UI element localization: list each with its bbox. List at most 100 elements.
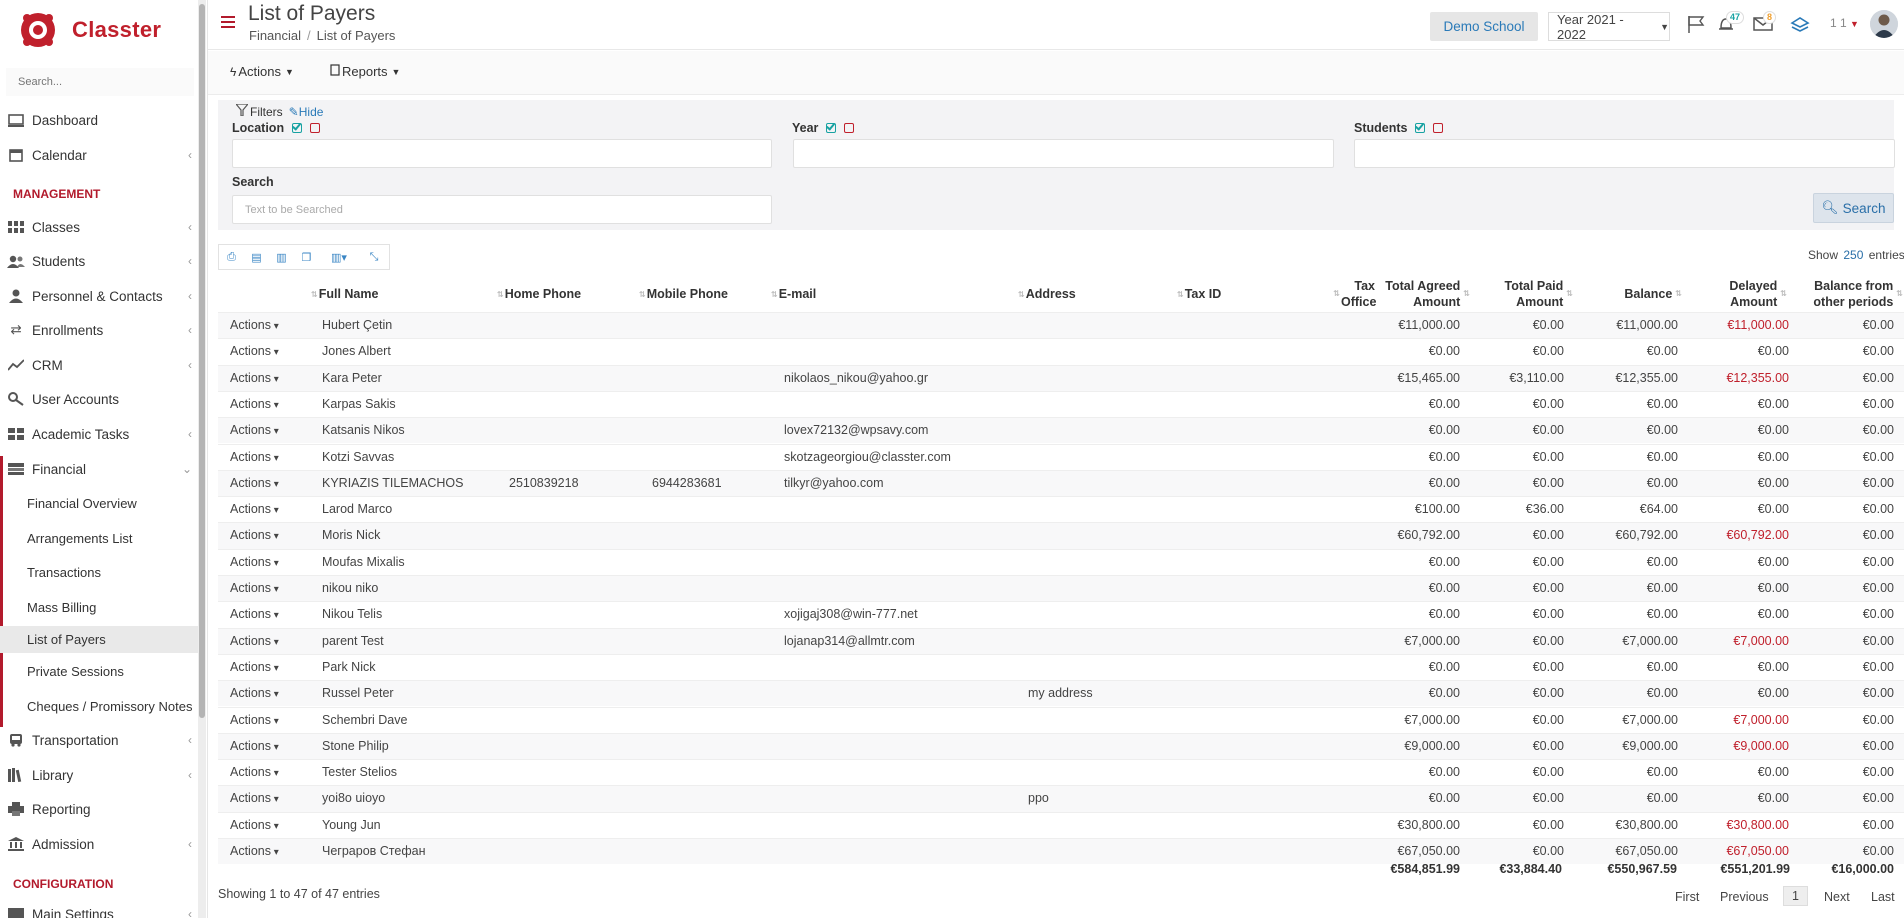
sidebar-item-label: Calendar: [32, 147, 87, 163]
col-tax-office[interactable]: ⇅ Tax Office: [1295, 276, 1376, 312]
sidebar-scrollbar-thumb[interactable]: [199, 4, 205, 718]
row-actions-button[interactable]: Actions ▾: [230, 555, 279, 569]
sidebar-item-admission[interactable]: Admission ‹: [0, 832, 198, 856]
filter-icon: [234, 103, 250, 119]
sidebar-item-classes[interactable]: Classes ‹: [0, 215, 198, 239]
sidebar-item-calendar[interactable]: Calendar ‹: [0, 143, 198, 167]
sidebar-item-library[interactable]: Library ‹: [0, 763, 198, 787]
students-input[interactable]: [1354, 139, 1895, 168]
sidebar-item-transportation[interactable]: Transportation ‹: [0, 728, 198, 752]
row-actions-button[interactable]: Actions ▾: [230, 344, 279, 358]
row-actions-button[interactable]: Actions ▾: [230, 739, 279, 753]
col-home-phone[interactable]: ⇅ Home Phone: [494, 276, 624, 312]
filter-students: Students: [1354, 121, 1444, 135]
reports-dropdown[interactable]: Reports ▼: [330, 64, 400, 79]
year-input[interactable]: [793, 139, 1334, 168]
sidebar-item-main-settings[interactable]: Main Settings ‹: [0, 902, 198, 918]
sidebar-item-mass-billing[interactable]: Mass Billing: [0, 595, 198, 619]
copy-icon[interactable]: ❐: [294, 245, 319, 269]
pagination-previous[interactable]: Previous: [1720, 890, 1769, 904]
row-actions-button[interactable]: Actions ▾: [230, 713, 279, 727]
actions-dropdown[interactable]: ϟ Actions ▼: [230, 64, 294, 79]
clear-checkbox[interactable]: [844, 123, 855, 133]
clear-checkbox[interactable]: [1433, 123, 1444, 133]
location-input[interactable]: [232, 139, 772, 168]
row-actions-button[interactable]: Actions ▾: [230, 502, 279, 516]
bell-icon[interactable]: 47: [1714, 11, 1745, 35]
col-balance-other[interactable]: Balance from other periods ⇅: [1790, 276, 1904, 312]
sidebar-item-financial-overview[interactable]: Financial Overview: [0, 491, 198, 515]
sidebar-item-reporting[interactable]: Reporting: [0, 797, 198, 821]
row-actions-button[interactable]: Actions ▾: [230, 660, 279, 674]
row-actions-button[interactable]: Actions ▾: [230, 765, 279, 779]
row-actions-button[interactable]: Actions ▾: [230, 686, 279, 700]
search-button[interactable]: 🔍︎ Search: [1813, 193, 1894, 223]
row-actions-button[interactable]: Actions ▾: [230, 423, 279, 437]
row-actions-button[interactable]: Actions ▾: [230, 450, 279, 464]
page-length-select[interactable]: 250: [1843, 248, 1863, 262]
sidebar-item-transactions[interactable]: Transactions: [0, 560, 198, 584]
sidebar-item-user-accounts[interactable]: User Accounts: [0, 387, 198, 411]
row-actions-button[interactable]: Actions ▾: [230, 528, 279, 542]
pagination-current[interactable]: 1: [1783, 886, 1808, 906]
sidebar-item-academic-tasks[interactable]: Academic Tasks ‹: [0, 422, 198, 446]
col-address[interactable]: ⇅ Address: [1015, 276, 1175, 312]
cell-other: €0.00: [1862, 318, 1894, 332]
envelope-icon[interactable]: 8: [1751, 11, 1777, 35]
sidebar-item-cheques[interactable]: Cheques / Promissory Notes: [0, 694, 198, 718]
breadcrumb-item[interactable]: Financial: [249, 28, 301, 43]
year-select[interactable]: Year 2021 - 2022 ▼: [1548, 12, 1670, 42]
row-actions-button[interactable]: Actions ▾: [230, 581, 279, 595]
print-icon[interactable]: ⎙: [219, 245, 244, 269]
row-actions-button[interactable]: Actions ▾: [230, 397, 279, 411]
compress-icon[interactable]: ⤡: [359, 245, 389, 269]
col-total-agreed[interactable]: Total Agreed Amount ⇅: [1376, 276, 1471, 312]
sidebar-item-crm[interactable]: CRM ‹: [0, 353, 198, 377]
col-full-name[interactable]: ⇅ Full Name: [308, 276, 463, 312]
col-total-paid[interactable]: Total Paid Amount ⇅: [1474, 276, 1574, 312]
col-balance[interactable]: Balance ⇅: [1578, 276, 1683, 312]
select-all-checkbox[interactable]: [1415, 123, 1426, 133]
row-actions-button[interactable]: Actions ▾: [230, 476, 279, 490]
sidebar-search-input[interactable]: [6, 68, 194, 96]
sidebar-item-dashboard[interactable]: Dashboard: [0, 108, 198, 132]
flag-icon[interactable]: [1684, 13, 1708, 35]
pagination-last[interactable]: Last: [1871, 890, 1895, 904]
sidebar-item-private-sessions[interactable]: Private Sessions: [0, 659, 198, 683]
cell-balance: €0.00: [1646, 607, 1678, 622]
user-menu[interactable]: 1 1 ▼: [1830, 16, 1859, 30]
cell-paid: €0.00: [1532, 765, 1564, 780]
search-input[interactable]: Text to be Searched: [232, 195, 772, 224]
app-logo[interactable]: Classter: [18, 8, 161, 52]
select-all-checkbox[interactable]: [292, 123, 303, 133]
pagination-next[interactable]: Next: [1824, 890, 1850, 904]
school-button[interactable]: Demo School: [1430, 12, 1538, 41]
sidebar-item-students[interactable]: Students ‹: [0, 249, 198, 273]
sidebar-item-arrangements-list[interactable]: Arrangements List: [0, 526, 198, 550]
row-actions-button[interactable]: Actions ▾: [230, 791, 279, 805]
row-actions-button[interactable]: Actions ▾: [230, 371, 279, 385]
col-email[interactable]: ⇅ E-mail: [768, 276, 1013, 312]
csv-icon[interactable]: ▥: [269, 245, 294, 269]
col-delayed[interactable]: Delayed Amount ⇅: [1688, 276, 1788, 312]
avatar[interactable]: [1870, 10, 1898, 38]
excel-icon[interactable]: ▤: [244, 245, 269, 269]
row-actions-button[interactable]: Actions ▾: [230, 844, 279, 858]
sidebar-item-list-of-payers[interactable]: List of Payers: [0, 626, 198, 653]
col-tax-id[interactable]: ⇅ Tax ID: [1174, 276, 1294, 312]
row-actions-button[interactable]: Actions ▾: [230, 318, 279, 332]
hide-filters-link[interactable]: ✎Hide: [289, 105, 324, 119]
menu-toggle-icon[interactable]: [221, 16, 235, 28]
sidebar-item-enrollments[interactable]: ⇄ Enrollments ‹: [0, 318, 198, 342]
pagination-first[interactable]: First: [1675, 890, 1699, 904]
row-actions-button[interactable]: Actions ▾: [230, 634, 279, 648]
sidebar-item-personnel[interactable]: Personnel & Contacts ‹: [0, 284, 198, 308]
columns-icon[interactable]: ▥▾: [319, 245, 359, 269]
learning-icon[interactable]: [1788, 13, 1812, 35]
row-actions-button[interactable]: Actions ▾: [230, 607, 279, 621]
col-mobile-phone[interactable]: ⇅ Mobile Phone: [636, 276, 766, 312]
clear-checkbox[interactable]: [310, 123, 321, 133]
select-all-checkbox[interactable]: [826, 123, 837, 133]
sidebar-item-financial[interactable]: Financial ⌄: [0, 457, 198, 481]
row-actions-button[interactable]: Actions ▾: [230, 818, 279, 832]
